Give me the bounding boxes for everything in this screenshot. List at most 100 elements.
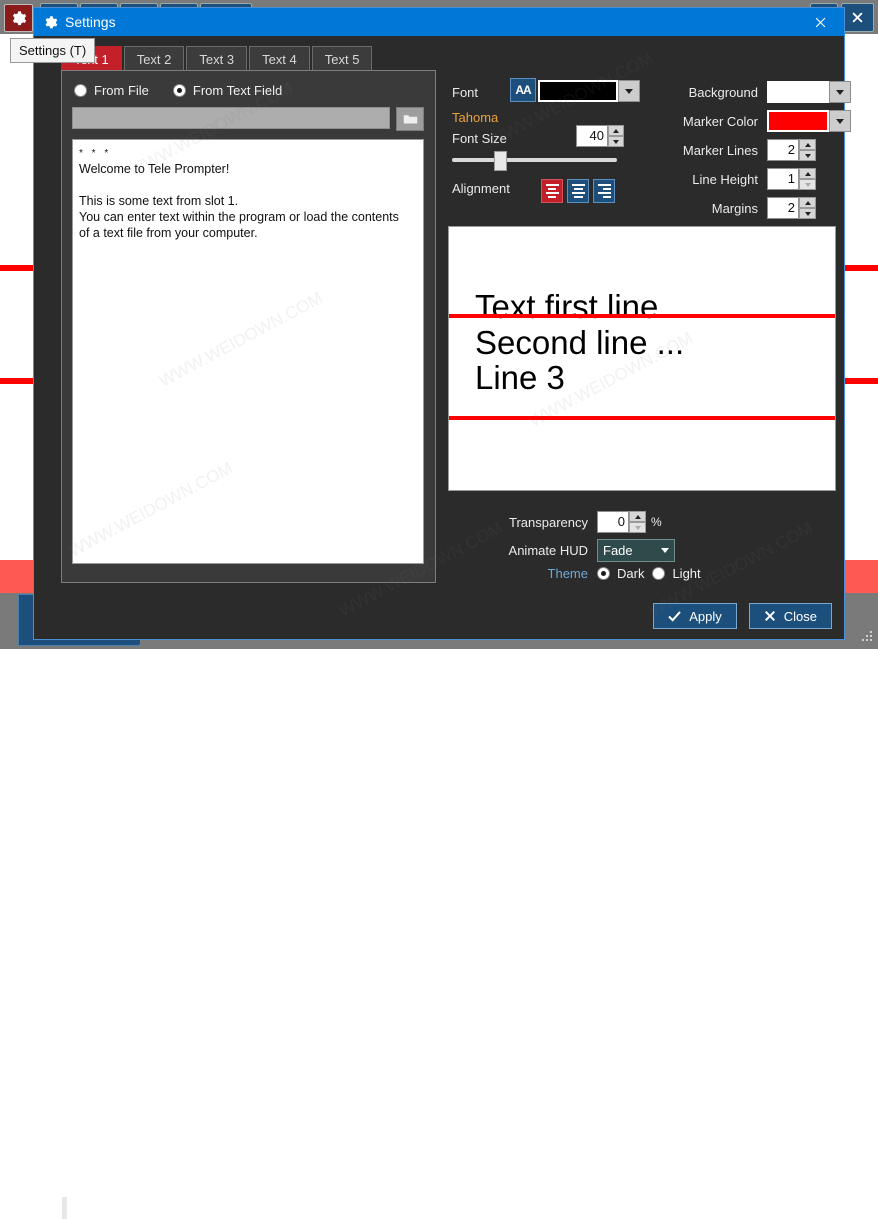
close-label: Close — [783, 608, 817, 624]
browse-file-button[interactable] — [396, 107, 424, 131]
margins-label: Margins — [711, 200, 758, 216]
preview-marker-line-bottom — [449, 416, 835, 420]
font-size-input[interactable]: 40 — [576, 125, 608, 147]
slider-thumb[interactable] — [494, 151, 507, 171]
settings-dialog: Settings Text 1 Text 2 Text 3 Text 4 Tex… — [33, 7, 851, 640]
stepper-down-button-disabled — [799, 179, 816, 190]
dialog-title: Settings — [65, 14, 116, 30]
background-settings-button[interactable] — [4, 4, 33, 32]
chevron-up-icon — [804, 142, 811, 147]
close-button[interactable]: Close — [748, 603, 832, 629]
preview-line: Text first line ... — [475, 288, 696, 325]
gear-icon — [12, 10, 27, 25]
tab-label: Text 5 — [324, 51, 360, 67]
tab-text-2[interactable]: Text 2 — [123, 46, 185, 71]
radio-label: Light — [672, 566, 701, 581]
stepper-up-button[interactable] — [799, 197, 816, 208]
stepper-down-button[interactable] — [608, 136, 624, 147]
file-path-input[interactable] — [72, 107, 390, 129]
chevron-down-icon — [804, 182, 811, 187]
tab-label: Text 2 — [136, 51, 172, 67]
radio-icon — [74, 84, 87, 97]
apply-button[interactable]: Apply — [653, 603, 737, 629]
line-height-input[interactable]: 1 — [767, 168, 799, 190]
align-center-button[interactable] — [567, 179, 589, 203]
editor-body-text: Welcome to Tele Prompter! This is some t… — [79, 161, 399, 240]
appearance-pane: Font AA Tahoma Font Size 40 Alignment Ba… — [438, 36, 851, 639]
font-picker-button[interactable]: AA — [510, 78, 536, 102]
dialog-close-button[interactable] — [798, 8, 842, 36]
theme-label: Theme — [547, 566, 588, 581]
source-radio-group: From File From Text Field — [74, 83, 282, 98]
align-left-button[interactable] — [541, 179, 563, 203]
dialog-footer: Apply Close — [653, 603, 832, 629]
chevron-down-icon — [625, 88, 633, 94]
font-label: Font — [452, 85, 479, 100]
check-icon — [668, 610, 681, 622]
stepper-down-button[interactable] — [799, 150, 816, 161]
font-size-slider[interactable] — [452, 151, 617, 171]
transparency-input[interactable]: 0 — [597, 511, 629, 533]
stepper-up-button[interactable] — [799, 168, 816, 179]
marker-lines-input[interactable]: 2 — [767, 139, 799, 161]
margins-input[interactable]: 2 — [767, 197, 799, 219]
stepper-down-button[interactable] — [799, 208, 816, 219]
file-path-row — [72, 107, 424, 131]
background-color-swatch[interactable] — [767, 81, 829, 103]
radio-label: Dark — [617, 566, 645, 581]
resize-grip[interactable] — [860, 631, 874, 645]
preview-line: Second line ... — [475, 323, 685, 361]
chevron-up-icon — [634, 514, 641, 519]
margins-stepper[interactable] — [799, 197, 816, 219]
radio-label: From Text Field — [192, 83, 283, 98]
transparency-label: Transparency — [509, 514, 588, 530]
chevron-down-icon — [661, 548, 669, 553]
font-size-label: Font Size — [452, 131, 507, 146]
radio-theme-dark[interactable]: Dark — [597, 566, 644, 581]
text-slot-pane: Text 1 Text 2 Text 3 Text 4 Text 5 From … — [34, 36, 438, 639]
font-name-value: Tahoma — [452, 110, 499, 125]
animate-hud-row: Animate HUD Fade — [478, 539, 675, 562]
tab-text-5[interactable]: Text 5 — [311, 46, 373, 71]
marker-lines-stepper[interactable] — [799, 139, 816, 161]
stepper-up-button[interactable] — [799, 139, 816, 150]
line-height-stepper[interactable] — [799, 168, 816, 190]
align-right-button[interactable] — [593, 179, 615, 203]
tab-text-4[interactable]: Text 4 — [249, 46, 310, 71]
chevron-up-icon — [804, 171, 811, 176]
text-content-editor[interactable]: * * * Welcome to Tele Prompter! This is … — [72, 139, 424, 564]
tab-label: Text 3 — [199, 51, 235, 67]
apply-label: Apply — [689, 608, 722, 624]
x-icon — [764, 611, 775, 621]
font-size-stepper[interactable] — [608, 125, 624, 147]
marker-color-swatch[interactable] — [767, 110, 829, 132]
background-close-button[interactable] — [841, 3, 874, 32]
radio-theme-light[interactable]: Light — [652, 566, 701, 581]
marker-color-dropdown-button[interactable] — [829, 110, 851, 132]
tab-text-3[interactable]: Text 3 — [186, 46, 248, 71]
background-label: Background — [688, 84, 758, 100]
radio-from-text-field[interactable]: From Text Field — [172, 83, 283, 98]
stars-marker: * * * — [79, 148, 112, 159]
background-color-dropdown-button[interactable] — [829, 81, 851, 103]
stepper-down-button-disabled — [629, 522, 646, 533]
radio-icon — [652, 567, 666, 580]
prompter-preview: Text first line ... Second line ... Line… — [448, 226, 836, 491]
background-color-row: Background — [638, 81, 851, 103]
dialog-body: Text 1 Text 2 Text 3 Text 4 Text 5 From … — [34, 36, 851, 639]
radio-from-file[interactable]: From File — [74, 83, 149, 98]
settings-tooltip: Settings (T) — [10, 38, 96, 63]
chevron-up-icon — [804, 200, 811, 205]
preview-line: Line 3 — [475, 359, 565, 397]
marker-color-row: Marker Color — [638, 110, 851, 132]
animate-hud-select[interactable]: Fade — [597, 539, 675, 562]
radio-label: From File — [94, 83, 149, 98]
percent-sign: % — [651, 515, 662, 529]
font-color-swatch[interactable] — [538, 80, 618, 102]
marker-lines-label: Marker Lines — [682, 142, 758, 158]
transparency-row: Transparency 0 % — [478, 511, 662, 533]
stepper-up-button[interactable] — [608, 125, 624, 136]
transparency-stepper[interactable] — [629, 511, 646, 533]
stepper-up-button[interactable] — [629, 511, 646, 522]
font-color-dropdown-button[interactable] — [618, 80, 640, 102]
